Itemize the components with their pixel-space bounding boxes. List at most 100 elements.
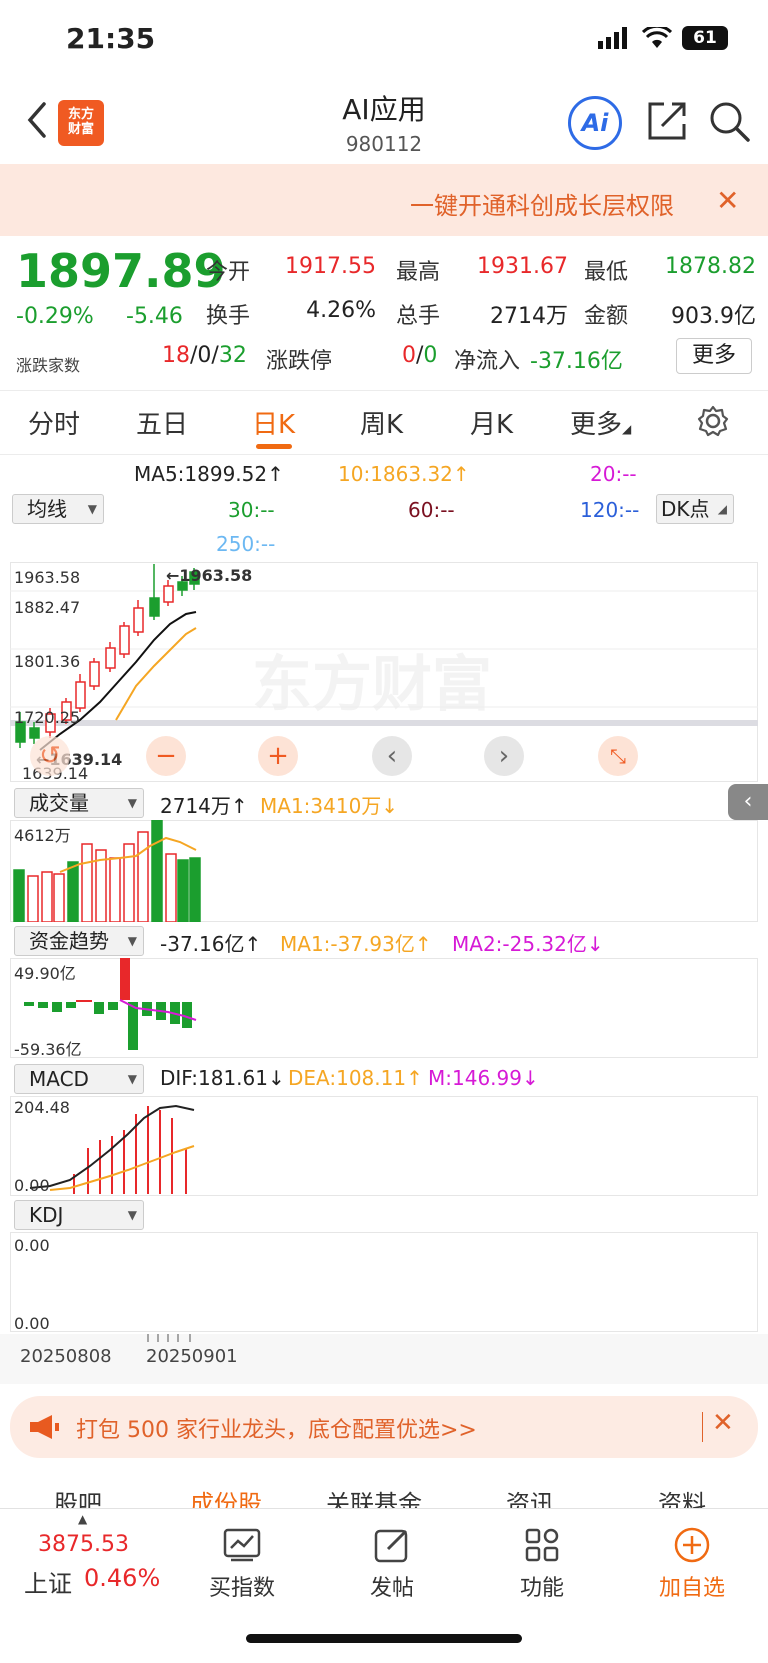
promo-banner-text[interactable]: 一键开通科创成长层权限 xyxy=(410,186,690,221)
grid-icon xyxy=(525,1528,559,1562)
ad-text[interactable]: 打包 500 家行业龙头，底仓配置优选>> xyxy=(76,1412,477,1444)
open-label: 今开 xyxy=(206,260,251,285)
scroll-right-button[interactable]: › xyxy=(484,736,524,776)
index-ticker-name[interactable]: 上证 xyxy=(24,1564,72,1599)
low-value: 1878.82 xyxy=(665,254,756,279)
low-label: 最低 xyxy=(584,260,629,285)
signal-icon xyxy=(598,27,627,49)
netflow-label: 净流入 xyxy=(454,349,521,374)
kdj-panel[interactable] xyxy=(10,1232,758,1332)
index-ticker-value[interactable]: 3875.53 xyxy=(38,1532,129,1557)
candle-body xyxy=(119,625,130,655)
flow-bar xyxy=(82,1000,92,1002)
ma10-value: 10:1863.32↑ xyxy=(338,462,470,486)
settings-gear-icon[interactable] xyxy=(696,404,730,438)
volume-bar xyxy=(151,820,163,922)
candle-body xyxy=(89,661,100,687)
volume-bar xyxy=(165,853,177,922)
divider xyxy=(702,1412,703,1442)
kdj-max-label: 0.00 xyxy=(14,1236,50,1255)
macd-min-label: 0.00 xyxy=(14,1176,50,1195)
indicator-select-ma[interactable]: 均线 ▼ xyxy=(12,494,104,524)
divider xyxy=(0,390,768,391)
volume-value: 2714万↑ xyxy=(160,794,248,818)
macd-dea: DEA:108.11↑ xyxy=(288,1066,423,1090)
ma120-value: 120:-- xyxy=(580,498,640,522)
reset-button[interactable]: ↺ xyxy=(30,736,70,776)
macd-chart xyxy=(29,1104,195,1194)
macd-max-label: 204.48 xyxy=(14,1098,70,1117)
candle-body xyxy=(29,727,40,739)
macd-dif: DIF:181.61↓ xyxy=(160,1066,285,1090)
candle-body xyxy=(133,607,144,633)
tab-five-day[interactable]: 五日 xyxy=(136,404,188,441)
ma250-value: 250:-- xyxy=(216,532,276,556)
volume-bar xyxy=(189,857,201,922)
flow-bar xyxy=(38,1002,48,1008)
indicator-select-macd[interactable]: MACD ▼ xyxy=(14,1064,144,1094)
volume-bar xyxy=(53,873,65,922)
candle-body xyxy=(105,647,116,669)
nav-functions[interactable]: 功能 xyxy=(482,1520,602,1602)
candle-body xyxy=(149,597,160,617)
chart-icon xyxy=(223,1528,261,1562)
max-price-tag: ←1963.58 xyxy=(166,566,253,585)
last-price: 1897.89 xyxy=(16,244,226,298)
share-icon[interactable] xyxy=(644,98,690,144)
indicator-select-flow[interactable]: 资金趋势 ▼ xyxy=(14,926,144,956)
collapse-side-icon[interactable]: ‹ xyxy=(728,784,768,820)
indicator-select-kdj[interactable]: KDJ ▼ xyxy=(14,1200,144,1230)
tab-monthly-k[interactable]: 月K xyxy=(470,404,513,441)
flow-value: -37.16亿↑ xyxy=(160,932,262,956)
more-button[interactable]: 更多 xyxy=(676,338,752,374)
indicator-select-volume[interactable]: 成交量 ▼ xyxy=(14,788,144,818)
tab-more[interactable]: 更多◢ xyxy=(570,404,631,441)
turnover-value: 4.26% xyxy=(306,298,376,323)
edit-icon xyxy=(374,1529,408,1563)
volume-label: 总手 xyxy=(396,304,441,329)
wifi-icon xyxy=(642,27,672,48)
volume-bar xyxy=(109,857,121,922)
index-ticker-pct[interactable]: 0.46% xyxy=(84,1564,160,1592)
open-value: 1917.55 xyxy=(285,254,376,279)
nav-buy-index[interactable]: 买指数 xyxy=(182,1520,302,1602)
flow-bar xyxy=(24,1002,34,1006)
tab-weekly-k[interactable]: 周K xyxy=(360,404,403,441)
y-label-1: 1963.58 xyxy=(14,568,81,587)
zoom-in-button[interactable]: + xyxy=(258,736,298,776)
close-icon[interactable]: ✕ xyxy=(716,184,739,217)
volume-chart xyxy=(13,820,201,922)
ma60-value: 60:-- xyxy=(408,498,455,522)
kdj-min-label: 0.00 xyxy=(14,1314,50,1333)
nav-add-watchlist[interactable]: 加自选 xyxy=(632,1520,752,1602)
ai-assistant-button[interactable]: Ai xyxy=(568,96,622,150)
fullscreen-icon[interactable]: ⤡ xyxy=(598,736,638,776)
nav-post[interactable]: 发帖 xyxy=(332,1520,452,1602)
scroll-left-button[interactable]: ‹ xyxy=(372,736,412,776)
flow-bar xyxy=(108,1002,118,1010)
status-time: 21:35 xyxy=(66,22,156,55)
close-icon[interactable]: ✕ xyxy=(712,1408,734,1438)
volume-value: 2714万 xyxy=(490,304,568,329)
search-icon[interactable] xyxy=(706,98,752,144)
y-label-4: 1720.25 xyxy=(14,708,81,727)
amount-value: 903.9亿 xyxy=(671,304,756,329)
change-percent: -0.29% xyxy=(16,304,94,329)
expand-up-icon[interactable]: ▲ xyxy=(78,1512,87,1526)
y-label-3: 1801.36 xyxy=(14,652,81,671)
tab-daily-k[interactable]: 日K xyxy=(252,404,295,441)
battery-icon: 61 xyxy=(682,26,728,50)
divider xyxy=(0,454,768,455)
y-label-2: 1882.47 xyxy=(14,598,81,617)
dk-point-select[interactable]: DK点 ◢ xyxy=(656,494,734,524)
zoom-out-button[interactable]: − xyxy=(146,736,186,776)
ma30-value: 30:-- xyxy=(228,498,275,522)
flow-min-label: -59.36亿 xyxy=(14,1040,82,1059)
flow-ma2: MA2:-25.32亿↓ xyxy=(452,932,604,956)
home-indicator xyxy=(246,1634,522,1643)
add-circle-icon xyxy=(674,1527,710,1563)
flow-bar xyxy=(128,1002,138,1050)
high-value: 1931.67 xyxy=(477,254,568,279)
tab-intraday[interactable]: 分时 xyxy=(28,404,80,441)
volume-bar xyxy=(81,843,93,922)
